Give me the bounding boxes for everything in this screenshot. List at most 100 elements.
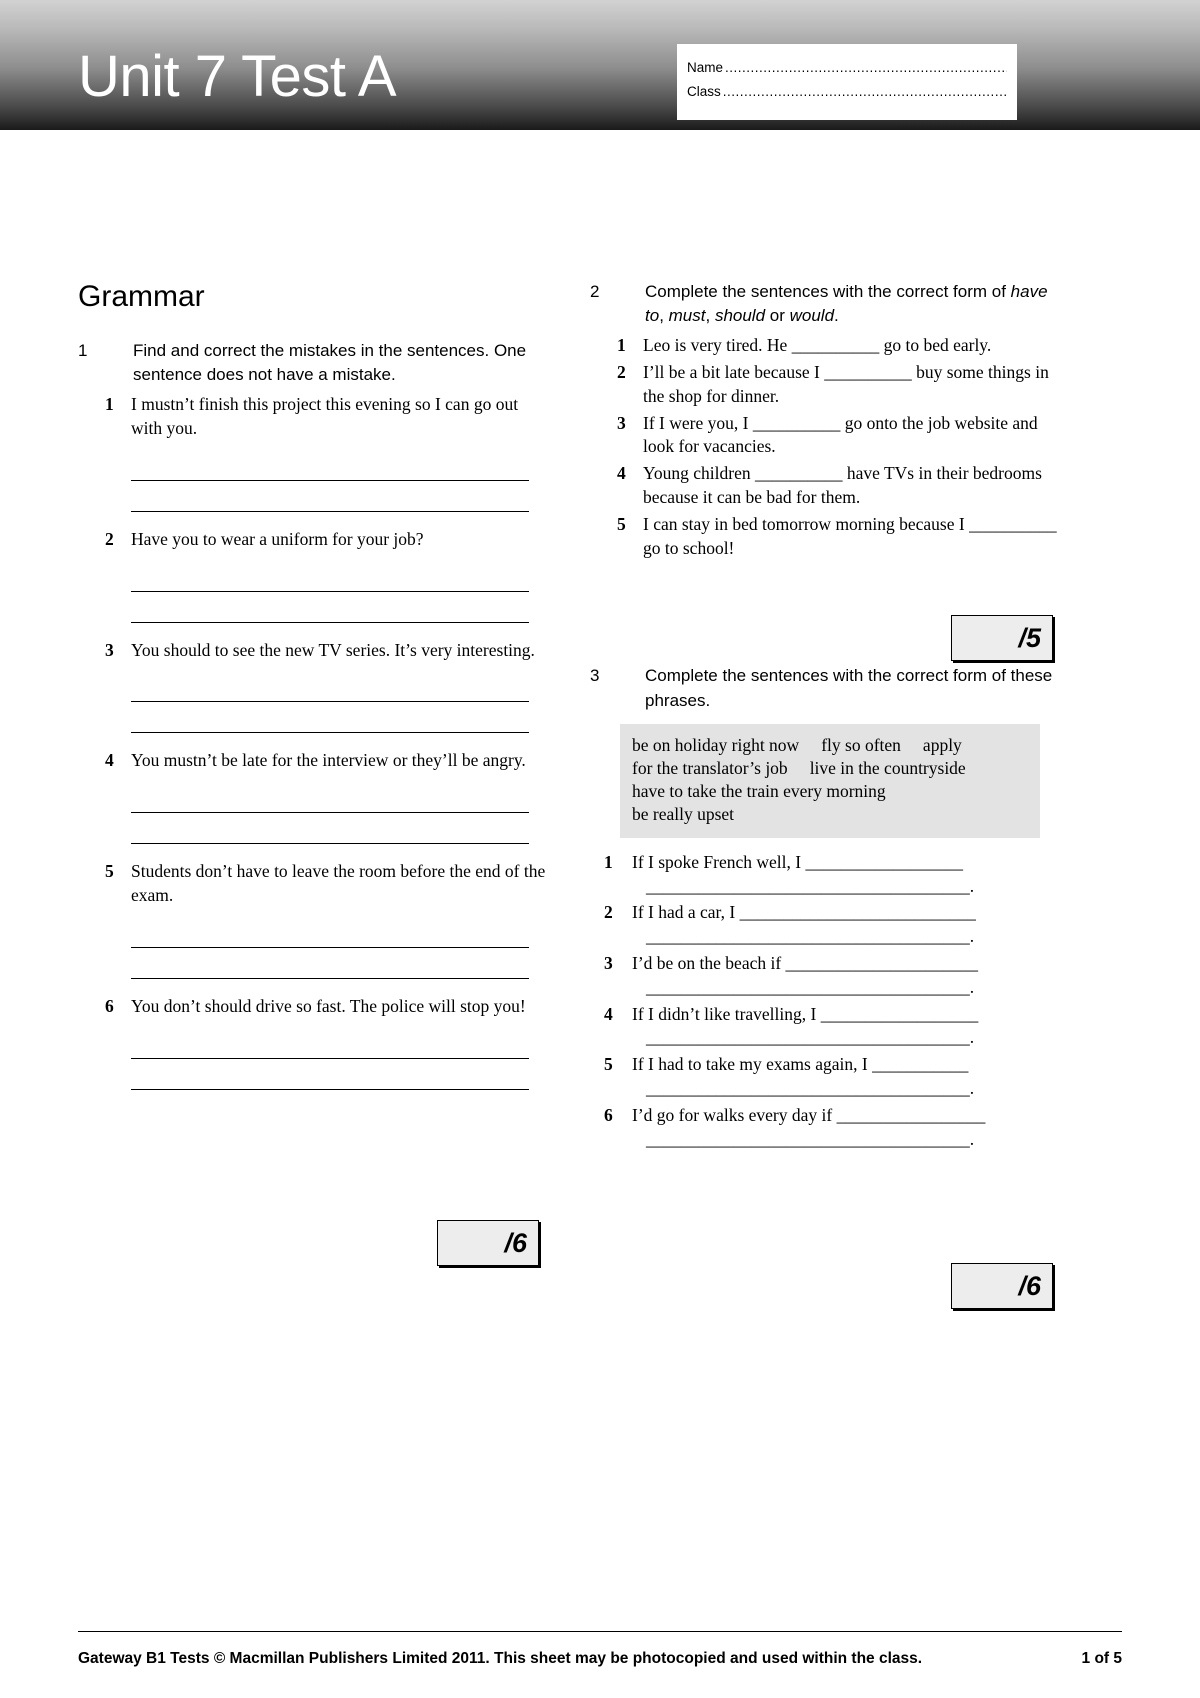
answer-line[interactable] [131, 481, 529, 512]
section-title: Grammar [78, 280, 205, 313]
item-number: 1 [105, 394, 114, 415]
item-text: Students don’t have to leave the room be… [131, 861, 546, 906]
answer-blank[interactable]: ______________________ [786, 953, 979, 973]
answer-blank[interactable]: __________ [755, 463, 843, 483]
item-number: 2 [604, 902, 613, 923]
answer-line[interactable] [131, 948, 529, 979]
name-class-box: Name ...................................… [677, 44, 1017, 120]
answer-lines [131, 1028, 548, 1090]
item-number: 4 [105, 750, 114, 771]
exercise-2-sep-3: or [765, 306, 790, 326]
item-number: 3 [604, 952, 613, 973]
sentence-before-blank: Young children [643, 463, 755, 484]
answer-blank[interactable]: __________________ [821, 1004, 979, 1024]
exercise-1-items: 1 I mustn’t finish this project this even… [78, 393, 548, 1090]
answer-blank-continuation[interactable]: _____________________________________. [646, 925, 1060, 949]
exercise-1-instruction: Find and correct the mistakes in the sen… [133, 341, 527, 385]
sentence-after-blank: go to bed early. [879, 335, 992, 356]
answer-blank[interactable]: __________________ [806, 852, 964, 872]
item-number: 1 [617, 335, 626, 356]
answer-lines [131, 671, 548, 734]
answer-blank[interactable]: __________ [753, 413, 841, 433]
answer-blank-continuation[interactable]: _____________________________________. [646, 875, 1060, 899]
class-field-row[interactable]: Class ..................................… [687, 84, 1007, 99]
phrase-bank-item: apply [922, 734, 962, 755]
answer-line[interactable] [131, 813, 529, 845]
answer-blank[interactable]: ___________ [872, 1054, 968, 1074]
phrase-bank-row: for the translator’s job live in the coun… [632, 757, 1028, 780]
item-text: You don’t should drive so fast. The poli… [131, 995, 526, 1016]
answer-blank-continuation[interactable]: _____________________________________. [646, 1026, 1060, 1050]
answer-blank-continuation[interactable]: _____________________________________. [646, 1128, 1060, 1152]
answer-blank[interactable]: ___________________________ [740, 902, 976, 922]
exercise-3-item: 3 I’d be on the beach if ________________… [604, 952, 1060, 976]
answer-line[interactable] [131, 917, 529, 948]
answer-line[interactable] [131, 1059, 529, 1090]
answer-line[interactable] [131, 450, 529, 481]
exercise-2-score-box[interactable]: /5 [951, 615, 1053, 661]
answer-blank[interactable]: _________________ [837, 1105, 986, 1125]
answer-blank[interactable]: __________ [969, 514, 1057, 534]
item-text: You should to see the new TV series. It’… [131, 639, 535, 660]
exercise-2-item: 1 Leo is very tired. He __________ go to … [617, 334, 1060, 358]
exercise-2-body: 1 Leo is very tired. He __________ go to … [590, 334, 1060, 560]
exercise-2-header: 2 Complete the sentences with the correc… [590, 280, 1060, 328]
item-number: 6 [105, 995, 114, 1016]
answer-blank-continuation[interactable]: _____________________________________. [646, 976, 1060, 1000]
answer-blank[interactable]: __________ [792, 335, 880, 355]
phrase-bank-item: fly so often [821, 734, 901, 755]
phrase-bank-row: be on holiday right now fly so often apply [632, 734, 1028, 757]
item-text: Have you to wear a uniform for your job? [131, 528, 424, 549]
sentence-stem: I’d be on the beach if [632, 952, 786, 973]
exercise-3-score-wrap: /6 [951, 1263, 1053, 1309]
exercise-2-instruction: Complete the sentences with the correct … [645, 280, 1060, 328]
exercise-1-score-box[interactable]: /6 [437, 1220, 539, 1266]
exercise-3-body: 1 If I spoke French well, I _____________… [590, 851, 1060, 1152]
exercise-2-sep-1: , [659, 306, 669, 326]
answer-line[interactable] [131, 782, 529, 814]
answer-blank-continuation[interactable]: _____________________________________. [646, 1077, 1060, 1101]
name-dotted-line: ........................................… [725, 60, 1007, 75]
answer-blank[interactable]: __________ [824, 362, 912, 382]
phrase-bank-item: live in the countryside [809, 757, 966, 778]
right-column: 2 Complete the sentences with the correc… [590, 280, 1060, 1154]
answer-line[interactable] [131, 592, 529, 623]
page-header: Unit 7 Test A Name .....................… [0, 0, 1200, 130]
answer-lines [131, 782, 548, 845]
item-text: Young children __________ have TVs in th… [643, 462, 1060, 510]
page-footer: Gateway B1 Tests © Macmillan Publishers … [0, 1631, 1200, 1698]
exercise-2-item: 3 If I were you, I __________ go onto the… [617, 412, 1060, 460]
class-dotted-line: ........................................… [722, 84, 1007, 99]
exercise-3-item: 2 If I had a car, I _____________________… [604, 901, 1060, 925]
answer-line[interactable] [131, 1028, 529, 1059]
sentence-stem: If I had a car, I [632, 902, 740, 923]
sentence-before-blank: I can stay in bed tomorrow morning becau… [643, 513, 970, 534]
item-number: 3 [105, 639, 114, 660]
item-text: I mustn’t finish this project this eveni… [131, 394, 519, 439]
sentence-before-blank: I’ll be a bit late because I [643, 362, 825, 383]
answer-lines [131, 917, 548, 979]
exercise-1-item: 4 You mustn’t be late for the interview o… [105, 749, 548, 773]
item-text: I can stay in bed tomorrow morning becau… [643, 513, 1060, 561]
answer-line[interactable] [131, 702, 529, 734]
item-text: You mustn’t be late for the interview or… [131, 750, 526, 771]
sentence-stem: If I had to take my exams again, I [632, 1054, 873, 1075]
sentence-stem: If I spoke French well, I [632, 851, 806, 872]
exercise-3-score-box[interactable]: /6 [951, 1263, 1053, 1309]
exercise-3-phrase-bank: be on holiday right now fly so often apply… [620, 723, 1040, 838]
item-number: 5 [604, 1054, 613, 1075]
item-number: 2 [105, 528, 114, 549]
exercise-3-item: 6 I’d go for walks every day if _________… [604, 1104, 1060, 1128]
phrase-bank-item: for the translator’s job [632, 757, 788, 778]
exercise-2-italic-should: should [714, 306, 766, 326]
exercise-1-item: 2 Have you to wear a uniform for your job… [105, 528, 548, 552]
answer-line[interactable] [131, 671, 529, 703]
exercise-2-instruction-end: . [834, 306, 839, 326]
page-title: Unit 7 Test A [78, 44, 397, 109]
sentence-before-blank: If I were you, I [643, 412, 753, 433]
exercise-3-item: 5 If I had to take my exams again, I ____… [604, 1053, 1060, 1077]
name-field-row[interactable]: Name ...................................… [687, 60, 1007, 75]
phrase-bank-item: be on holiday right now [632, 734, 800, 755]
answer-line[interactable] [131, 561, 529, 592]
phrase-bank-item: have to take the train every morning [632, 781, 886, 802]
